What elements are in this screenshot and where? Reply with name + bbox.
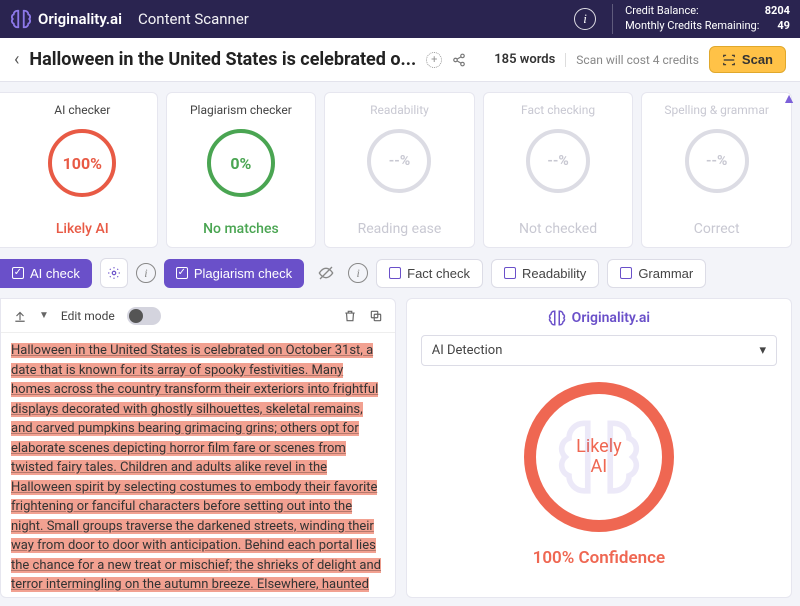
editor-toolbar: ▼ Edit mode: [1, 299, 395, 333]
results-pane: Originality.ai AI Detection ▾ Likely AI …: [406, 298, 792, 598]
monthly-credits-label: Monthly Credits Remaining:: [625, 19, 759, 34]
upload-menu-caret-icon[interactable]: ▼: [39, 310, 49, 321]
plagiarism-check-button[interactable]: Plagiarism check: [164, 259, 304, 288]
confidence-label: 100% Confidence: [533, 548, 666, 568]
brand-name: Originality.ai: [38, 10, 122, 28]
delete-icon[interactable]: [343, 309, 357, 323]
chevron-down-icon: ▾: [759, 343, 766, 358]
edit-mode-label: Edit mode: [61, 309, 115, 323]
detection-mode-select[interactable]: AI Detection ▾: [421, 335, 777, 366]
document-title: Halloween in the United States is celebr…: [29, 49, 416, 70]
credit-box: Credit Balance: 8204 Monthly Credits Rem…: [612, 4, 790, 34]
fact-status: Not checked: [519, 221, 597, 237]
word-count: 185 words: [494, 52, 555, 67]
fact-score-ring: --%: [526, 129, 590, 193]
share-icon[interactable]: [452, 53, 466, 67]
card-title: Fact checking: [521, 103, 595, 117]
verdict-ring: Likely AI: [524, 382, 674, 532]
checkbox-icon: [12, 267, 24, 279]
visibility-off-icon[interactable]: [312, 258, 340, 288]
scan-button[interactable]: Scan: [709, 46, 786, 73]
editor-pane: ▼ Edit mode Halloween in the United Stat…: [0, 298, 396, 598]
select-value: AI Detection: [432, 343, 503, 358]
upload-icon[interactable]: [13, 309, 27, 323]
info-icon[interactable]: i: [574, 8, 596, 30]
spell-status: Correct: [694, 221, 740, 237]
credit-balance-label: Credit Balance:: [625, 4, 699, 19]
brain-icon: [10, 8, 32, 30]
back-icon[interactable]: ‹: [14, 49, 19, 70]
readability-button[interactable]: Readability: [491, 259, 599, 288]
checkbox-icon: [389, 267, 401, 279]
ai-info-icon[interactable]: i: [136, 263, 156, 283]
top-bar: Originality.ai Content Scanner i Credit …: [0, 0, 800, 38]
checkbox-icon: [176, 267, 188, 279]
main-area: ▼ Edit mode Halloween in the United Stat…: [0, 298, 800, 598]
add-icon[interactable]: +: [426, 52, 442, 68]
ai-score-ring: 100%: [48, 129, 116, 197]
card-title: Plagiarism checker: [190, 103, 292, 117]
brain-icon: [548, 309, 566, 327]
summary-cards: AI checker 100% Likely AI Plagiarism che…: [0, 82, 800, 256]
checkbox-icon: [620, 267, 632, 279]
plag-info-icon[interactable]: i: [348, 263, 368, 283]
card-ai-checker[interactable]: AI checker 100% Likely AI: [0, 92, 158, 248]
collapse-cards-icon[interactable]: ▲: [782, 90, 796, 107]
plag-status: No matches: [203, 221, 279, 237]
edit-mode-toggle[interactable]: [127, 307, 161, 325]
monthly-credits-value: 49: [777, 19, 790, 34]
ai-settings-icon[interactable]: [100, 258, 128, 288]
plag-score-ring: 0%: [207, 129, 275, 197]
checkbox-icon: [504, 267, 516, 279]
actions-row: AI check i Plagiarism check i Fact check…: [0, 256, 800, 298]
scan-cost: Scan will cost 4 credits: [565, 53, 699, 67]
card-title: Readability: [370, 103, 429, 117]
ai-status: Likely AI: [56, 221, 109, 237]
highlighted-text: Halloween in the United States is celebr…: [11, 343, 381, 597]
read-status: Reading ease: [358, 221, 442, 237]
tool-name: Content Scanner: [138, 10, 249, 28]
brand-logo[interactable]: Originality.ai: [10, 8, 122, 30]
fact-check-button[interactable]: Fact check: [376, 259, 483, 288]
card-title: Spelling & grammar: [664, 103, 769, 117]
title-row: ‹ Halloween in the United States is cele…: [0, 38, 800, 82]
grammar-button[interactable]: Grammar: [607, 259, 706, 288]
card-title: AI checker: [54, 103, 110, 117]
read-score-ring: --%: [367, 129, 431, 193]
spell-score-ring: --%: [685, 129, 749, 193]
card-plagiarism-checker[interactable]: Plagiarism checker 0% No matches: [166, 92, 317, 248]
card-fact-checking[interactable]: Fact checking --% Not checked: [483, 92, 634, 248]
credit-balance-value: 8204: [765, 4, 790, 19]
card-spelling-grammar[interactable]: Spelling & grammar --% Correct: [641, 92, 792, 248]
copy-icon[interactable]: [369, 309, 383, 323]
side-brand: Originality.ai: [548, 309, 650, 327]
editor-body[interactable]: Halloween in the United States is celebr…: [1, 333, 395, 597]
ai-check-button[interactable]: AI check: [0, 259, 92, 288]
card-readability[interactable]: Readability --% Reading ease: [324, 92, 475, 248]
watermark-icon: [524, 382, 674, 532]
scan-icon: [722, 53, 736, 67]
